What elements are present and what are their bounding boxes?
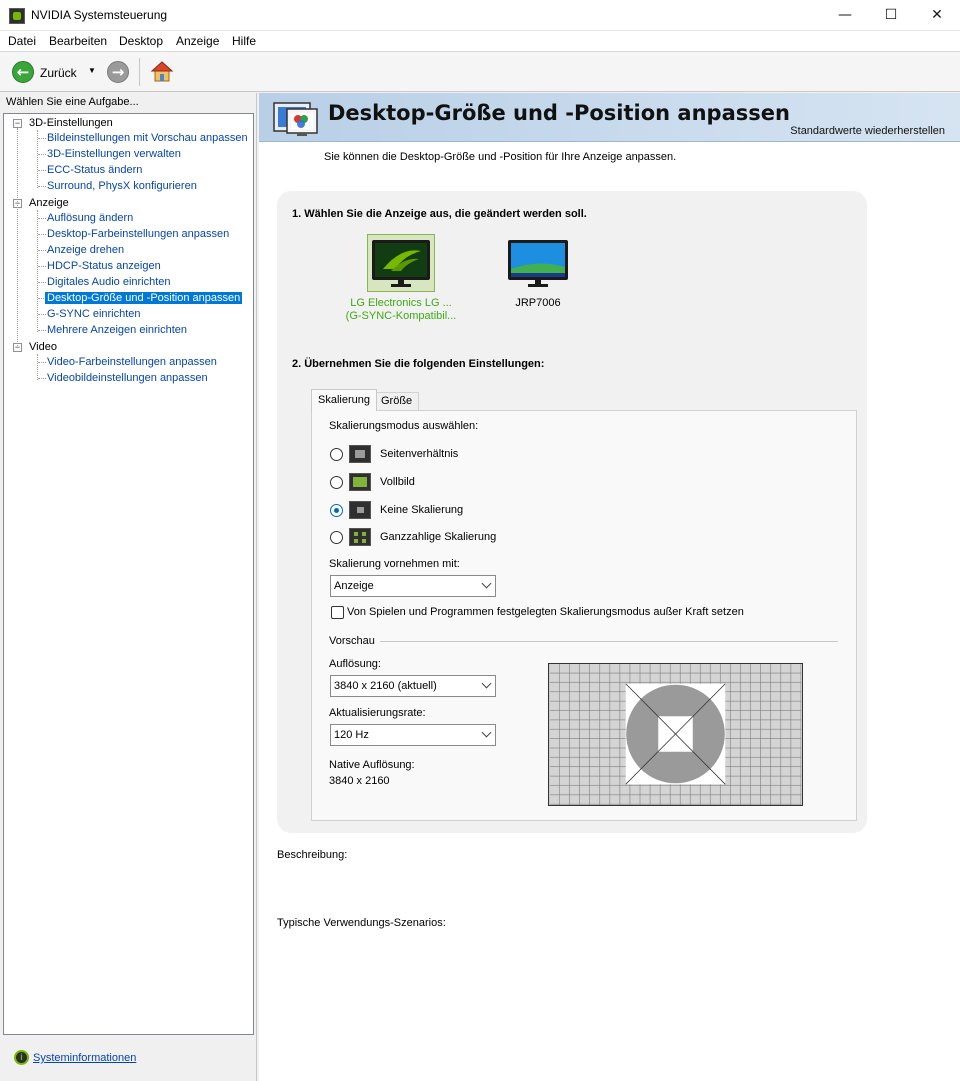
tab-panel-skalierung: Skalierungsmodus auswählen: Seitenverhäl… — [311, 410, 857, 821]
resolution-select[interactable]: 3840 x 2160 (aktuell) — [330, 675, 496, 697]
radio-seitenverhaeltnis[interactable] — [330, 448, 343, 461]
description-label: Beschreibung: — [277, 849, 348, 861]
nvidia-app-icon — [9, 8, 25, 24]
content-pane: Desktop-Größe und -Position anpassen Sta… — [259, 93, 960, 1081]
toolbar: ← Zurück ▼ → — [0, 51, 960, 92]
chevron-down-icon — [481, 678, 492, 689]
page-subtitle: Sie können die Desktop-Größe und -Positi… — [324, 151, 677, 163]
home-icon[interactable] — [150, 60, 174, 84]
preview-section-label: Vorschau — [329, 635, 375, 647]
override-scaling-label[interactable]: Von Spielen und Programmen festgelegten … — [347, 606, 744, 618]
maximize-button[interactable]: ☐ — [868, 0, 914, 31]
native-resolution-value: 3840 x 2160 — [329, 775, 390, 787]
radio-ganzzahlige-skalierung[interactable] — [330, 531, 343, 544]
menu-desktop[interactable]: Desktop — [119, 34, 163, 48]
nvidia-monitor-icon[interactable] — [371, 239, 431, 289]
refresh-rate-select[interactable]: 120 Hz — [330, 724, 496, 746]
page-title: Desktop-Größe und -Position anpassen — [328, 101, 790, 125]
windows-monitor-icon[interactable] — [507, 239, 569, 289]
tree-item-desktop-groesse[interactable]: Desktop-Größe und -Position anpassen — [45, 292, 243, 304]
tab-skalierung[interactable]: Skalierung — [311, 389, 377, 411]
override-scaling-checkbox[interactable] — [331, 606, 344, 619]
tree-item-video-farbe[interactable]: Video-Farbeinstellungen anpassen — [47, 356, 217, 368]
tree-item-desktop-farbe[interactable]: Desktop-Farbeinstellungen anpassen — [47, 228, 229, 240]
usage-scenarios-label: Typische Verwendungs-Szenarios: — [277, 917, 446, 929]
restore-defaults-link[interactable]: Standardwerte wiederherstellen — [790, 125, 945, 137]
refresh-rate-value: 120 Hz — [334, 729, 369, 741]
tree-item-digitales-audio[interactable]: Digitales Audio einrichten — [47, 276, 171, 288]
tree-item-gsync[interactable]: G-SYNC einrichten — [47, 308, 141, 320]
task-tree: − 3D-Einstellungen Bildeinstellungen mit… — [3, 113, 254, 1035]
no-scaling-icon — [349, 501, 371, 519]
integer-scaling-icon — [349, 528, 371, 546]
menu-bearbeiten[interactable]: Bearbeiten — [49, 34, 107, 48]
history-dropdown-icon[interactable]: ▼ — [88, 66, 96, 75]
tree-item-ecc-status[interactable]: ECC-Status ändern — [47, 164, 142, 176]
preview-divider — [380, 641, 838, 642]
tree-item-videobild[interactable]: Videobildeinstellungen anpassen — [47, 372, 208, 384]
step1-heading: 1. Wählen Sie die Anzeige aus, die geänd… — [292, 208, 587, 220]
arrow-right-icon[interactable]: → — [107, 61, 129, 83]
tab-groesse[interactable]: Größe — [374, 392, 420, 410]
toolbar-separator — [139, 58, 140, 86]
window-title: NVIDIA Systemsteuerung — [31, 8, 168, 22]
tree-item-anzeige-drehen[interactable]: Anzeige drehen — [47, 244, 124, 256]
title-bar: NVIDIA Systemsteuerung — ☐ ✕ — [0, 0, 960, 31]
mode-seitenverhaeltnis-label[interactable]: Seitenverhältnis — [380, 448, 458, 460]
tree-group-video[interactable]: Video — [29, 341, 57, 353]
resolution-value: 3840 x 2160 (aktuell) — [334, 680, 437, 692]
display-lg-name[interactable]: LG Electronics LG ... — [339, 297, 463, 309]
menu-datei[interactable]: Datei — [8, 34, 36, 48]
scaling-mode-label: Skalierungsmodus auswählen: — [329, 420, 479, 432]
close-button[interactable]: ✕ — [914, 0, 960, 31]
radio-keine-skalierung[interactable] — [330, 504, 343, 517]
chevron-down-icon — [481, 727, 492, 738]
fullscreen-icon — [349, 473, 371, 491]
scaling-preview-image — [548, 663, 803, 806]
menu-anzeige[interactable]: Anzeige — [176, 34, 219, 48]
page-banner: Desktop-Größe und -Position anpassen Sta… — [259, 93, 960, 142]
radio-vollbild[interactable] — [330, 476, 343, 489]
aspect-ratio-icon — [349, 445, 371, 463]
back-button-label[interactable]: Zurück — [40, 66, 77, 80]
tree-item-hdcp-status[interactable]: HDCP-Status anzeigen — [47, 260, 161, 272]
mode-ganzzahlige-label[interactable]: Ganzzahlige Skalierung — [380, 531, 496, 543]
desktop-size-page-icon — [273, 102, 318, 136]
refresh-rate-label: Aktualisierungsrate: — [329, 707, 426, 719]
tree-item-mehrere-anzeigen[interactable]: Mehrere Anzeigen einrichten — [47, 324, 187, 336]
chevron-down-icon — [481, 578, 492, 589]
settings-tabs: Skalierung Größe Skalierungsmodus auswäh… — [311, 389, 857, 821]
tree-group-anzeige[interactable]: Anzeige — [29, 197, 69, 209]
minimize-button[interactable]: — — [822, 0, 868, 31]
system-info-icon[interactable]: i — [14, 1050, 29, 1065]
task-panel-header: Wählen Sie eine Aufgabe... — [0, 93, 258, 113]
native-resolution-label: Native Auflösung: — [329, 759, 415, 771]
perform-scaling-value: Anzeige — [334, 580, 374, 592]
mode-vollbild-label[interactable]: Vollbild — [380, 476, 415, 488]
arrow-left-icon[interactable]: ← — [12, 61, 34, 83]
collapse-3d-icon[interactable]: − — [13, 119, 22, 128]
perform-scaling-select[interactable]: Anzeige — [330, 575, 496, 597]
tree-item-3d-verwalten[interactable]: 3D-Einstellungen verwalten — [47, 148, 181, 160]
system-info-link[interactable]: Systeminformationen — [33, 1052, 136, 1064]
display-jrp-name[interactable]: JRP7006 — [489, 297, 587, 309]
display-lg-subname[interactable]: (G-SYNC-Kompatibil... — [339, 310, 463, 322]
tree-item-bildeinstellungen[interactable]: Bildeinstellungen mit Vorschau anpassen — [47, 132, 248, 144]
step2-heading: 2. Übernehmen Sie die folgenden Einstell… — [292, 358, 545, 370]
tree-item-surround-physx[interactable]: Surround, PhysX konfigurieren — [47, 180, 197, 192]
mode-keine-skalierung-label[interactable]: Keine Skalierung — [380, 504, 463, 516]
tree-group-3d[interactable]: 3D-Einstellungen — [29, 117, 113, 129]
menu-hilfe[interactable]: Hilfe — [232, 34, 256, 48]
menu-bar: Datei Bearbeiten Desktop Anzeige Hilfe — [0, 31, 960, 51]
resolution-label: Auflösung: — [329, 658, 381, 670]
tree-item-aufloesung[interactable]: Auflösung ändern — [47, 212, 133, 224]
perform-scaling-label: Skalierung vornehmen mit: — [329, 558, 460, 570]
